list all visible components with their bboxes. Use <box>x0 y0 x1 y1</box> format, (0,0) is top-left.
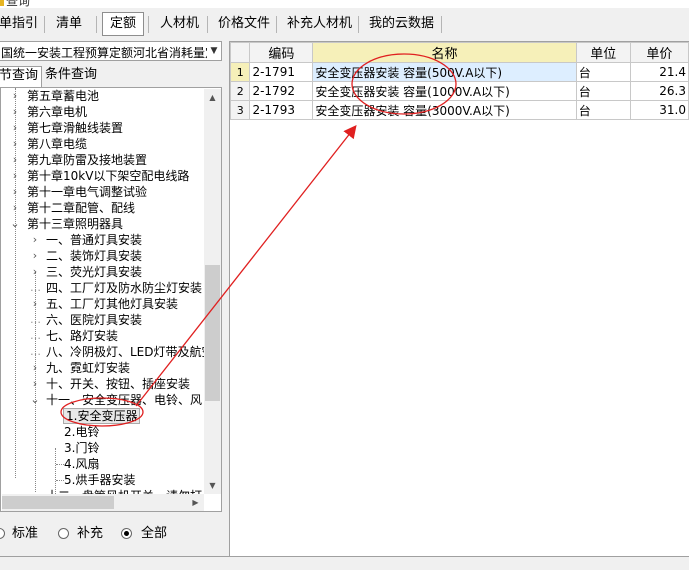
window-title: 查询 <box>6 0 31 8</box>
tree-vertical-scrollbar[interactable]: ▲ ▼ <box>204 89 221 494</box>
tab-labor-material[interactable]: 人材机 <box>160 13 199 35</box>
table-row[interactable]: 2 2-1792 安全变压器安装 容量(1000V.A以下) 台 26.3 <box>229 81 689 101</box>
chevron-down-icon[interactable]: ▼ <box>207 42 221 60</box>
chevron-right-icon[interactable]: › <box>10 88 20 104</box>
cell-name[interactable]: 安全变压器安装 容量(3000V.A以下) <box>312 100 577 120</box>
chevron-right-icon[interactable]: › <box>10 168 20 184</box>
tab-divider <box>148 16 149 33</box>
chevron-right-icon[interactable]: › <box>10 152 20 168</box>
column-header-name[interactable]: 名称 <box>312 42 577 63</box>
column-header-code[interactable]: 编码 <box>249 42 314 63</box>
chevron-down-icon[interactable]: ⌄ <box>10 216 20 232</box>
cell-unit[interactable]: 台 <box>575 81 631 101</box>
radio-selected-icon[interactable] <box>121 528 132 539</box>
chevron-right-icon[interactable]: › <box>10 184 20 200</box>
chevron-right-icon[interactable]: › <box>10 120 20 136</box>
status-strip <box>0 556 689 570</box>
tab-condition-query[interactable]: 条件查询 <box>45 66 97 86</box>
chevron-right-icon[interactable]: › <box>10 104 20 120</box>
tree-guide-line <box>56 464 64 465</box>
cell-unit[interactable]: 台 <box>575 62 631 82</box>
cell-price[interactable]: 26.3 <box>629 81 689 101</box>
app-logo-icon <box>0 0 4 6</box>
tab-chapter-query[interactable]: 节查询 <box>0 66 43 87</box>
chevron-right-icon[interactable]: › <box>10 200 20 216</box>
tab-bill[interactable]: 清单 <box>56 13 82 35</box>
chevron-down-icon[interactable]: ⌄ <box>30 392 40 408</box>
radio-circle-icon[interactable] <box>0 528 5 539</box>
table-header-row: 编码 名称 单位 单价 <box>229 42 689 63</box>
filter-radio-group: 标准 补充 全部 <box>0 524 226 544</box>
chapter-tree: › 第五章蓄电池 › 第六章电机 › 第七章滑触线装置 › 第八章电缆 › 第九章防雷及接… <box>0 87 222 512</box>
tree-guide-line <box>56 480 64 481</box>
row-number: 3 <box>229 100 251 120</box>
cell-code[interactable]: 2-1791 <box>249 62 314 82</box>
scroll-down-icon[interactable]: ▼ <box>204 477 221 494</box>
tab-divider <box>207 16 208 33</box>
cell-name[interactable]: 安全变压器安装 容量(1000V.A以下) <box>312 81 577 101</box>
tree-leaf-line: … <box>30 345 41 358</box>
row-number: 1 <box>229 62 251 82</box>
column-header-price[interactable]: 单价 <box>629 42 689 63</box>
cell-name[interactable]: 安全变压器安装 容量(500V.A以下) <box>312 62 577 82</box>
tab-my-cloud-data[interactable]: 我的云数据 <box>369 13 434 35</box>
chevron-right-icon[interactable]: › <box>30 296 40 312</box>
tab-divider <box>441 16 442 33</box>
row-number: 2 <box>229 81 251 101</box>
chevron-right-icon[interactable]: › <box>30 264 40 280</box>
column-header-unit[interactable]: 单位 <box>575 42 631 63</box>
tab-divider <box>276 16 277 33</box>
tab-divider <box>44 16 45 33</box>
tree-horizontal-scrollbar[interactable]: ▶ <box>2 494 204 511</box>
tree-leaf-line: … <box>30 313 41 326</box>
left-pane: 国统一安装工程预算定额河北省消耗量定 ▼ 节查询 条件查询 › 第五章蓄电池 › 第… <box>0 38 226 556</box>
tab-list-guide[interactable]: 单指引 <box>0 13 38 35</box>
chevron-right-icon[interactable]: › <box>30 232 40 248</box>
cell-unit[interactable]: 台 <box>575 100 631 120</box>
table-row[interactable]: 3 2-1793 安全变压器安装 容量(3000V.A以下) 台 31.0 <box>229 100 689 120</box>
cell-price[interactable]: 31.0 <box>629 100 689 120</box>
chevron-right-icon[interactable]: › <box>10 136 20 152</box>
scroll-right-icon[interactable]: ▶ <box>187 494 204 511</box>
column-header-rownum <box>229 42 251 63</box>
tree-leaf-line: … <box>30 281 41 294</box>
scroll-up-icon[interactable]: ▲ <box>204 89 221 106</box>
tab-supplement-material[interactable]: 补充人材机 <box>287 13 352 35</box>
tab-divider <box>358 16 359 33</box>
table-row[interactable]: 1 2-1791 安全变压器安装 容量(500V.A以下) 台 21.4 <box>229 62 689 82</box>
radio-circle-icon[interactable] <box>58 528 69 539</box>
result-grid-panel: 编码 名称 单位 单价 1 2-1791 安全变压器安装 容量(500V.A以下… <box>229 41 689 556</box>
scroll-thumb[interactable] <box>2 496 114 509</box>
chevron-right-icon[interactable]: › <box>30 360 40 376</box>
library-select[interactable]: 国统一安装工程预算定额河北省消耗量定 ▼ <box>0 41 222 61</box>
cell-code[interactable]: 2-1792 <box>249 81 314 101</box>
cell-price[interactable]: 21.4 <box>629 62 689 82</box>
cell-code[interactable]: 2-1793 <box>249 100 314 120</box>
title-bar: 查询 <box>0 0 689 8</box>
tree-leaf-line: … <box>30 329 41 342</box>
library-select-value: 国统一安装工程预算定额河北省消耗量定 <box>1 46 218 60</box>
quota-table: 编码 名称 单位 单价 1 2-1791 安全变压器安装 容量(500V.A以下… <box>229 42 689 120</box>
main-tabs: 单指引 清单 定额 人材机 价格文件 补充人材机 我的云数据 <box>0 10 689 38</box>
tab-quota[interactable]: 定额 <box>102 12 144 36</box>
chevron-right-icon[interactable]: › <box>30 248 40 264</box>
tab-price-file[interactable]: 价格文件 <box>218 13 270 35</box>
scroll-thumb[interactable] <box>205 265 220 401</box>
tab-divider <box>96 16 97 33</box>
chevron-right-icon[interactable]: › <box>30 376 40 392</box>
